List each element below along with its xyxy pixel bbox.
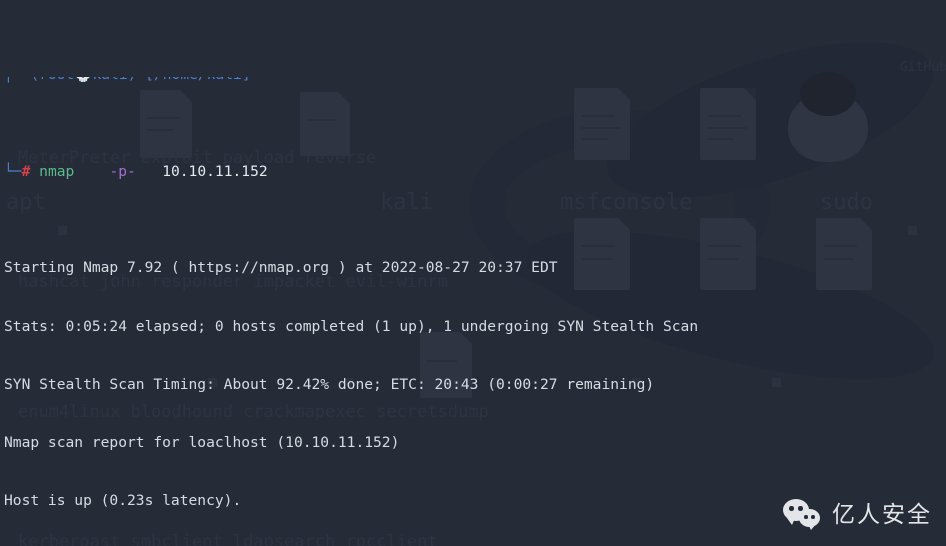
prompt-space-1 [30, 163, 39, 180]
command-flag: -p- [109, 162, 136, 180]
terminal-output[interactable]: ┌──(root💀kali)-[/home/kali] └─# nmap -p-… [0, 0, 946, 546]
command-name: nmap [39, 162, 75, 180]
watermark-label: 亿人安全 [832, 501, 932, 528]
terminal-window[interactable]: MeterPreter exploit payload reverse hash… [0, 0, 946, 546]
prompt-space-3 [136, 163, 162, 180]
wechat-icon [783, 498, 823, 532]
prompt-corner-icon: └─ [4, 162, 22, 180]
prompt-header-line: ┌──(root💀kali)-[/home/kali] [4, 77, 946, 84]
prompt-header-text: ┌──(root💀kali)-[/home/kali] [4, 77, 251, 84]
output-line-timing: SYN Stealth Scan Timing: About 92.42% do… [4, 375, 655, 393]
wechat-bubble-small [799, 509, 820, 530]
prompt-space-2 [74, 163, 109, 180]
command-target: 10.10.11.152 [162, 162, 268, 180]
output-line-scanreport: Nmap scan report for loaclhost (10.10.11… [4, 433, 400, 451]
prompt-command-line[interactable]: └─# nmap -p- 10.10.11.152 [4, 162, 946, 181]
output-line-stats: Stats: 0:05:24 elapsed; 0 hosts complete… [4, 317, 699, 335]
output-line-starting: Starting Nmap 7.92 ( https://nmap.org ) … [4, 259, 558, 277]
wechat-watermark: 亿人安全 [783, 498, 932, 532]
